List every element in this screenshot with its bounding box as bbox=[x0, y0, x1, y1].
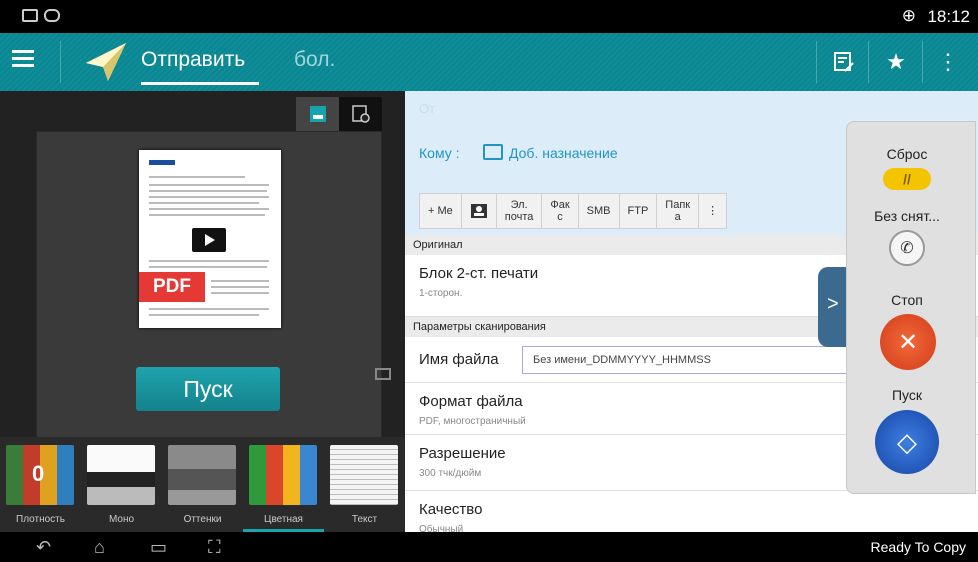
status-bar: ⊕ 18:12 bbox=[0, 0, 978, 33]
play-icon[interactable] bbox=[192, 228, 226, 252]
recent-apps-icon[interactable]: ▭ bbox=[150, 537, 167, 558]
divider bbox=[922, 41, 923, 83]
filename-label: Имя файла bbox=[419, 351, 499, 368]
reset-button[interactable]: // bbox=[883, 168, 931, 190]
panel-collapse-handle[interactable]: > bbox=[818, 267, 848, 347]
email-button[interactable]: Эл. почта bbox=[497, 194, 543, 228]
mode-color[interactable]: Цветная bbox=[243, 437, 324, 532]
quality-title: Качество bbox=[419, 501, 483, 518]
preview-pane: PDF Пуск 0 Плотность Моно Оттенки Цветна… bbox=[0, 91, 405, 532]
color-mode-selector: 0 Плотность Моно Оттенки Цветная Текст bbox=[0, 437, 405, 532]
stop-button[interactable]: ✕ bbox=[880, 314, 936, 370]
gamepad-notification-icon bbox=[44, 9, 60, 22]
preview-settings-icon[interactable] bbox=[339, 97, 382, 131]
pdf-badge: PDF bbox=[139, 272, 205, 302]
more-destinations-button[interactable]: ⋮ bbox=[699, 194, 726, 228]
interrupt-button[interactable]: ✆ bbox=[889, 230, 925, 266]
file-format-title: Формат файла bbox=[419, 393, 523, 410]
tab-more[interactable]: бол. bbox=[294, 48, 335, 72]
address-book-icon bbox=[470, 204, 487, 218]
home-icon[interactable]: ⌂ bbox=[94, 537, 105, 558]
preview-start-button[interactable]: Пуск bbox=[136, 367, 280, 411]
to-label: Кому : bbox=[419, 145, 460, 161]
image-notification-icon bbox=[22, 9, 38, 22]
paper-plane-icon bbox=[86, 43, 126, 81]
duplex-title: Блок 2-ст. печати bbox=[419, 265, 539, 282]
add-destination-link[interactable]: Доб. назначение bbox=[509, 145, 618, 161]
resolution-title: Разрешение bbox=[419, 445, 506, 462]
no-copy-label: Без снят... bbox=[874, 208, 940, 224]
destination-chips: + Me Эл. почта Фак с SMB FTP Папк а ⋮ bbox=[419, 193, 728, 229]
address-book-button[interactable] bbox=[462, 194, 497, 228]
mode-label: Моно bbox=[108, 514, 135, 525]
start-button[interactable]: ◇ bbox=[875, 410, 939, 474]
mode-text[interactable]: Текст bbox=[324, 437, 405, 532]
chevron-right-icon: > bbox=[827, 293, 839, 315]
stop-label: Стоп bbox=[891, 292, 923, 308]
mode-grayscale[interactable]: Оттенки bbox=[162, 437, 243, 532]
divider bbox=[816, 41, 817, 83]
overflow-menu-icon[interactable]: ⋮ bbox=[924, 33, 972, 91]
preview-image-icon[interactable] bbox=[296, 97, 339, 131]
reset-label: Сброс bbox=[886, 146, 928, 162]
mode-label: Плотность bbox=[16, 514, 65, 525]
preview-toggle bbox=[296, 97, 382, 131]
edit-note-icon[interactable] bbox=[820, 33, 868, 91]
page-thumbnail: PDF bbox=[139, 150, 281, 328]
duplex-value: 1-сторон. bbox=[419, 288, 463, 299]
samsung-logo bbox=[149, 160, 175, 165]
navigation-bar: ↶ ⌂ ▭ ⛶ Ready To Copy bbox=[0, 532, 978, 562]
fullscreen-icon[interactable] bbox=[375, 368, 391, 380]
globe-icon: ⊕ bbox=[901, 6, 916, 25]
active-tab-indicator bbox=[141, 82, 259, 85]
divider bbox=[60, 41, 61, 83]
star-icon[interactable]: ★ bbox=[872, 33, 920, 91]
mode-density[interactable]: 0 Плотность bbox=[0, 437, 81, 532]
mode-label: Оттенки bbox=[183, 514, 222, 525]
ftp-button[interactable]: FTP bbox=[620, 194, 658, 228]
control-panel: Сброс // Без снят... ✆ Стоп ✕ Пуск ◇ bbox=[846, 121, 976, 494]
quality-row[interactable]: Качество Обычный bbox=[405, 491, 978, 535]
menu-icon[interactable] bbox=[12, 50, 34, 68]
smb-button[interactable]: SMB bbox=[579, 194, 620, 228]
keyboard-icon[interactable] bbox=[483, 144, 503, 160]
mode-mono[interactable]: Моно bbox=[81, 437, 162, 532]
from-label: От bbox=[419, 101, 436, 116]
divider bbox=[868, 41, 869, 83]
density-value: 0 bbox=[32, 461, 45, 486]
device-status: Ready To Copy bbox=[870, 539, 966, 555]
mode-label: Текст bbox=[351, 514, 378, 525]
fax-button[interactable]: Фак с bbox=[542, 194, 579, 228]
add-me-button[interactable]: + Me bbox=[420, 194, 462, 228]
screenshot-icon[interactable]: ⛶ bbox=[208, 537, 221, 558]
clock: 18:12 bbox=[927, 7, 970, 26]
resolution-value: 300 тчк/дюйм bbox=[419, 468, 482, 479]
start-label: Пуск bbox=[891, 387, 923, 403]
file-format-value: PDF, многостраничный bbox=[419, 416, 526, 427]
app-bar: Отправить бол. ★ ⋮ bbox=[0, 33, 978, 91]
mode-label: Цветная bbox=[264, 514, 303, 525]
screen: ⊕ 18:12 Отправить бол. ★ ⋮ PDF Пуск 0 Пл… bbox=[0, 0, 978, 562]
back-icon[interactable]: ↶ bbox=[36, 537, 51, 558]
page-title[interactable]: Отправить bbox=[141, 48, 245, 72]
folder-button[interactable]: Папк а bbox=[657, 194, 700, 228]
